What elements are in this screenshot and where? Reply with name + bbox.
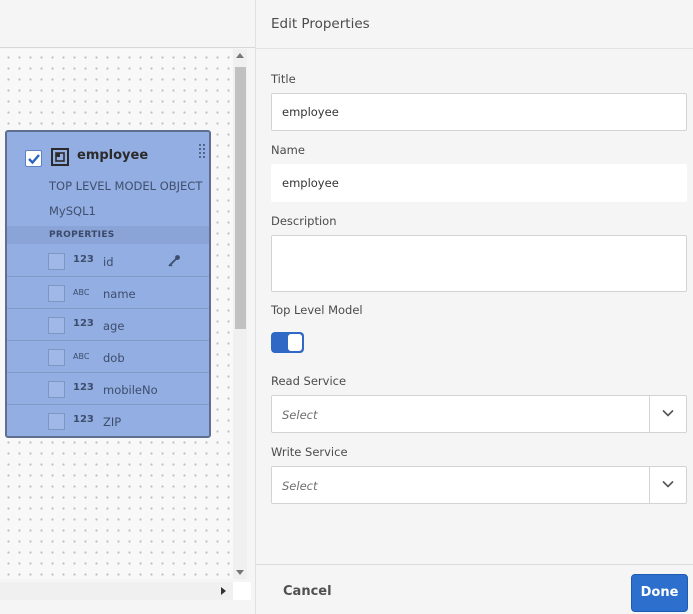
- read-service-placeholder: Select: [282, 408, 318, 422]
- panel-title: Edit Properties: [271, 16, 370, 32]
- property-type-number: 123: [73, 318, 94, 329]
- name-label: Name: [271, 143, 305, 157]
- panel-footer: Cancel Done: [256, 564, 693, 614]
- scroll-right-icon[interactable]: [221, 587, 226, 595]
- cancel-button[interactable]: Cancel: [283, 584, 332, 599]
- description-input[interactable]: [271, 235, 687, 292]
- property-type-number: 123: [73, 382, 94, 393]
- scroll-down-icon[interactable]: [236, 570, 244, 575]
- done-button[interactable]: Done: [631, 574, 688, 612]
- property-type-string: ABC: [73, 288, 90, 297]
- property-name: id: [103, 255, 114, 269]
- scrollbar-thumb[interactable]: [235, 67, 246, 329]
- property-row[interactable]: 123 mobileNo: [7, 373, 209, 405]
- write-service-dropdown-button[interactable]: [649, 467, 686, 503]
- chevron-down-icon: [662, 409, 674, 417]
- property-checkbox[interactable]: [48, 253, 65, 270]
- property-row[interactable]: 123 ZIP: [7, 405, 209, 437]
- property-checkbox[interactable]: [48, 381, 65, 398]
- property-name: mobileNo: [103, 383, 158, 397]
- model-object-icon: [51, 148, 69, 166]
- property-name: name: [103, 287, 136, 301]
- property-checkbox[interactable]: [48, 285, 65, 302]
- model-subtitle: TOP LEVEL MODEL OBJECT: [49, 179, 203, 193]
- write-service-placeholder: Select: [282, 479, 318, 493]
- model-title: employee: [77, 148, 149, 163]
- read-service-select[interactable]: Select: [271, 395, 687, 433]
- property-row[interactable]: ABC name: [7, 277, 209, 309]
- property-checkbox[interactable]: [48, 413, 65, 430]
- property-type-number: 123: [73, 414, 94, 425]
- property-type-string: ABC: [73, 352, 90, 361]
- chevron-down-icon: [662, 480, 674, 488]
- top-level-model-toggle[interactable]: [271, 332, 304, 353]
- edit-properties-panel: Edit Properties Title Name Description T…: [255, 0, 693, 614]
- description-label: Description: [271, 214, 337, 228]
- panel-header: Edit Properties: [256, 0, 693, 49]
- property-checkbox[interactable]: [48, 317, 65, 334]
- title-label: Title: [271, 72, 296, 86]
- property-name: dob: [103, 351, 125, 365]
- toggle-knob: [288, 334, 302, 351]
- property-name: ZIP: [103, 415, 122, 429]
- checkmark-icon: [28, 154, 40, 165]
- property-row[interactable]: ABC dob: [7, 341, 209, 373]
- model-card-employee[interactable]: employee TOP LEVEL MODEL OBJECT MySQL1 P…: [5, 130, 211, 438]
- property-type-number: 123: [73, 254, 94, 265]
- vertical-scrollbar[interactable]: [233, 49, 247, 579]
- name-input[interactable]: [271, 164, 687, 202]
- canvas-toolbar: [0, 0, 255, 48]
- property-row[interactable]: 123 id: [7, 245, 209, 277]
- property-row[interactable]: 123 age: [7, 309, 209, 341]
- read-service-dropdown-button[interactable]: [649, 396, 686, 432]
- horizontal-scrollbar[interactable]: [0, 582, 233, 600]
- properties-header: PROPERTIES: [7, 226, 209, 244]
- scroll-up-icon[interactable]: [236, 53, 244, 58]
- read-service-label: Read Service: [271, 374, 347, 388]
- title-input[interactable]: [271, 93, 687, 131]
- model-canvas[interactable]: employee TOP LEVEL MODEL OBJECT MySQL1 P…: [0, 0, 255, 614]
- write-service-label: Write Service: [271, 445, 348, 459]
- top-level-model-label: Top Level Model: [271, 303, 363, 317]
- model-data-source: MySQL1: [49, 204, 96, 218]
- property-checkbox[interactable]: [48, 349, 65, 366]
- model-select-checkbox[interactable]: [25, 150, 42, 167]
- drag-handle-icon[interactable]: [197, 142, 207, 162]
- write-service-select[interactable]: Select: [271, 466, 687, 504]
- primary-key-icon: [168, 255, 180, 267]
- scrollbar-corner: [233, 582, 251, 600]
- property-name: age: [103, 319, 125, 333]
